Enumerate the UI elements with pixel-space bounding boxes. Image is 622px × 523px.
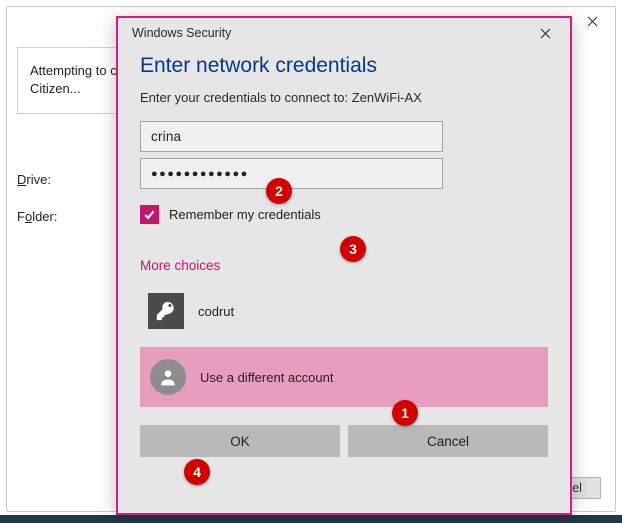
ok-button[interactable]: OK xyxy=(140,425,340,457)
callout-3: 3 xyxy=(340,236,366,262)
taskbar-sliver xyxy=(0,515,622,523)
windows-security-dialog: Windows Security Enter network credentia… xyxy=(116,16,572,515)
callout-1: 1 xyxy=(392,400,418,426)
credential-dialog-heading: Enter network credentials xyxy=(140,54,548,78)
use-different-account-row[interactable]: Use a different account xyxy=(140,347,548,407)
credential-dialog-title: Windows Security xyxy=(132,26,231,40)
callout-4: 4 xyxy=(184,459,210,485)
credential-instruction: Enter your credentials to connect to: Ze… xyxy=(140,90,548,105)
use-different-account-label: Use a different account xyxy=(200,370,333,385)
checkmark-icon xyxy=(143,208,156,221)
username-input[interactable] xyxy=(140,121,443,152)
remember-credentials-row[interactable]: Remember my credentials xyxy=(140,205,548,224)
person-icon xyxy=(150,359,186,395)
callout-2: 2 xyxy=(266,178,292,204)
more-choices-link[interactable]: More choices xyxy=(140,258,548,273)
key-icon xyxy=(148,293,184,329)
saved-account-row[interactable]: codrut xyxy=(140,283,548,339)
close-icon xyxy=(587,16,598,27)
close-icon xyxy=(540,28,551,39)
credential-dialog-titlebar: Windows Security xyxy=(118,18,570,48)
saved-account-name: codrut xyxy=(198,304,234,319)
remember-credentials-checkbox[interactable] xyxy=(140,205,159,224)
credential-dialog-close-button[interactable] xyxy=(526,20,564,46)
password-input[interactable] xyxy=(140,158,443,189)
remember-credentials-label: Remember my credentials xyxy=(169,207,321,222)
cancel-button[interactable]: Cancel xyxy=(348,425,548,457)
main-window-close-button[interactable] xyxy=(569,7,615,35)
